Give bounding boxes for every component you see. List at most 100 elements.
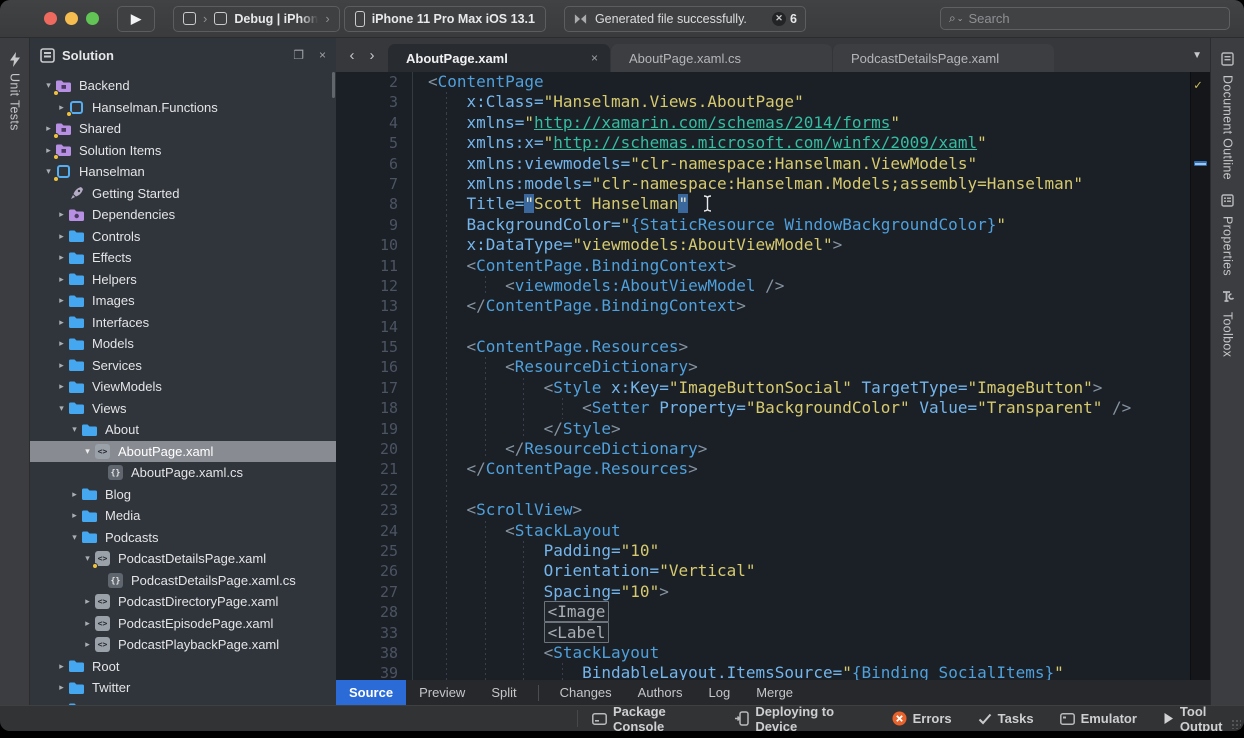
tree-item-podcastdetailspage-xaml[interactable]: ▾<>PodcastDetailsPage.xaml: [30, 548, 336, 570]
expand-icon[interactable]: ▸: [55, 295, 68, 306]
editor-scrollbar[interactable]: ✓: [1190, 72, 1210, 680]
tree-item-podcastplaybackpage-xaml[interactable]: ▸<>PodcastPlaybackPage.xaml: [30, 634, 336, 656]
statusbar-pad-deploying-to-device[interactable]: Deploying to Device: [734, 704, 865, 732]
code-line-17[interactable]: 17<Style x:Key="ImageButtonSocial" Targe…: [336, 378, 1210, 398]
code-line-20[interactable]: 20</ResourceDictionary>: [336, 439, 1210, 459]
pad-tab-toolbox[interactable]: Toolbox: [1211, 276, 1244, 357]
code-line-27[interactable]: 27Spacing="10">: [336, 582, 1210, 602]
expand-icon[interactable]: ▸: [68, 510, 81, 521]
collapse-icon[interactable]: ▾: [42, 166, 55, 177]
tree-item-hanselman[interactable]: ▾Hanselman: [30, 161, 336, 183]
line-number[interactable]: 24: [336, 521, 398, 541]
expand-icon[interactable]: ▸: [55, 338, 68, 349]
line-number[interactable]: 15: [336, 337, 398, 357]
tree-item-dependencies[interactable]: ▸Dependencies: [30, 204, 336, 226]
code-line-8[interactable]: 8Title="Scott Hanselman": [336, 194, 1210, 214]
line-number[interactable]: 5: [336, 133, 398, 153]
expand-icon[interactable]: ▸: [81, 596, 94, 607]
resize-grip[interactable]: [1231, 719, 1241, 729]
code-line-21[interactable]: 21</ContentPage.Resources>: [336, 459, 1210, 479]
statusbar-pad-package-console[interactable]: Package Console: [592, 704, 708, 732]
code-line-11[interactable]: 11<ContentPage.BindingContext>: [336, 256, 1210, 276]
code-line-10[interactable]: 10x:DataType="viewmodels:AboutViewModel"…: [336, 235, 1210, 255]
line-number[interactable]: 4: [336, 113, 398, 133]
line-number[interactable]: 23: [336, 500, 398, 520]
code-line-14[interactable]: 14: [336, 317, 1210, 337]
view-tab-split[interactable]: Split: [478, 680, 529, 705]
code-line-23[interactable]: 23<ScrollView>: [336, 500, 1210, 520]
tree-item-viewmodels[interactable]: ▸ViewModels: [30, 376, 336, 398]
tree-item-aboutpage-xaml[interactable]: ▾<>AboutPage.xaml: [30, 441, 336, 463]
code-line-15[interactable]: 15<ContentPage.Resources>: [336, 337, 1210, 357]
expand-icon[interactable]: ▸: [68, 489, 81, 500]
view-tab-source[interactable]: Source: [336, 680, 406, 705]
tree-item-effects[interactable]: ▸Effects: [30, 247, 336, 269]
code-editor[interactable]: 2<ContentPage3x:Class="Hanselman.Views.A…: [336, 72, 1210, 680]
editor-tab-aboutpage-xaml[interactable]: AboutPage.xaml×: [388, 44, 610, 72]
build-status-display[interactable]: Generated file successfully. ✕ 6: [564, 6, 806, 32]
tree-item-views[interactable]: ▾Views: [30, 398, 336, 420]
line-number[interactable]: 10: [336, 235, 398, 255]
tree-item-media[interactable]: ▸Media: [30, 505, 336, 527]
expand-icon[interactable]: ▸: [81, 639, 94, 650]
code-line-5[interactable]: 5xmlns:x="http://schemas.microsoft.com/w…: [336, 133, 1210, 153]
line-number[interactable]: 26: [336, 561, 398, 581]
view-tab-changes[interactable]: Changes: [547, 680, 625, 705]
line-number[interactable]: 27: [336, 582, 398, 602]
collapse-icon[interactable]: ▾: [68, 424, 81, 435]
tree-item-interfaces[interactable]: ▸Interfaces: [30, 312, 336, 334]
device-selector[interactable]: iPhone 11 Pro Max iOS 13.1: [344, 6, 546, 32]
tree-item-podcasts[interactable]: ▾Podcasts: [30, 527, 336, 549]
tree-item-services[interactable]: ▸Services: [30, 355, 336, 377]
line-number[interactable]: 7: [336, 174, 398, 194]
tree-item-podcastdetailspage-xaml-cs[interactable]: {}PodcastDetailsPage.xaml.cs: [30, 570, 336, 592]
tree-item-images[interactable]: ▸Images: [30, 290, 336, 312]
code-line-4[interactable]: 4xmlns="http://xamarin.com/schemas/2014/…: [336, 113, 1210, 133]
line-number[interactable]: 21: [336, 459, 398, 479]
search-input[interactable]: [968, 11, 1221, 26]
tree-item-getting-started[interactable]: Getting Started: [30, 183, 336, 205]
line-number[interactable]: 8: [336, 194, 398, 214]
tree-item-hanselman-functions[interactable]: ▸Hanselman.Functions: [30, 97, 336, 119]
line-number[interactable]: 38: [336, 643, 398, 663]
minimize-window-button[interactable]: [65, 12, 78, 25]
tree-item-helpers[interactable]: ▸Helpers: [30, 269, 336, 291]
code-line-2[interactable]: 2<ContentPage: [336, 72, 1210, 92]
close-tab-icon[interactable]: ×: [591, 51, 598, 65]
expand-icon[interactable]: ▸: [55, 661, 68, 672]
code-line-22[interactable]: 22: [336, 480, 1210, 500]
expand-icon[interactable]: ▸: [55, 209, 68, 220]
tree-item-controls[interactable]: ▸Controls: [30, 226, 336, 248]
close-pad-icon[interactable]: ×: [319, 48, 326, 62]
editor-tab-aboutpage-xaml-cs[interactable]: AboutPage.xaml.cs: [610, 44, 832, 72]
view-tab-authors[interactable]: Authors: [625, 680, 696, 705]
expand-icon[interactable]: ▸: [55, 252, 68, 263]
expand-icon[interactable]: ▸: [55, 274, 68, 285]
code-line-19[interactable]: 19</Style>: [336, 419, 1210, 439]
view-tab-preview[interactable]: Preview: [406, 680, 478, 705]
error-counter[interactable]: ✕ 6: [772, 12, 797, 26]
statusbar-pad-errors[interactable]: Errors: [892, 711, 952, 726]
line-number[interactable]: 11: [336, 256, 398, 276]
line-number[interactable]: 9: [336, 215, 398, 235]
collapse-icon[interactable]: ▾: [81, 553, 94, 564]
close-window-button[interactable]: [44, 12, 57, 25]
line-number[interactable]: 22: [336, 480, 398, 500]
line-number[interactable]: 6: [336, 154, 398, 174]
tree-item-twitter[interactable]: ▸Twitter: [30, 677, 336, 699]
build-configuration-selector[interactable]: › Debug | iPhone ›: [173, 6, 340, 32]
code-line-33[interactable]: 33<Label: [336, 623, 1210, 643]
tree-item-root[interactable]: ▸Root: [30, 656, 336, 678]
expand-icon[interactable]: ▸: [55, 317, 68, 328]
tree-item-solution-items[interactable]: ▸Solution Items: [30, 140, 336, 162]
tree-item-about[interactable]: ▾About: [30, 419, 336, 441]
expand-icon[interactable]: ▸: [55, 682, 68, 693]
tree-item-backend[interactable]: ▾Backend: [30, 75, 336, 97]
line-number[interactable]: 39: [336, 663, 398, 680]
collapse-icon[interactable]: ▾: [42, 80, 55, 91]
code-line-13[interactable]: 13</ContentPage.BindingContext>: [336, 296, 1210, 316]
tree-item-podcastdirectorypage-xaml[interactable]: ▸<>PodcastDirectoryPage.xaml: [30, 591, 336, 613]
code-line-28[interactable]: 28<Image: [336, 602, 1210, 622]
pad-tab-unit-tests[interactable]: Unit Tests: [0, 38, 29, 131]
line-number[interactable]: 19: [336, 419, 398, 439]
